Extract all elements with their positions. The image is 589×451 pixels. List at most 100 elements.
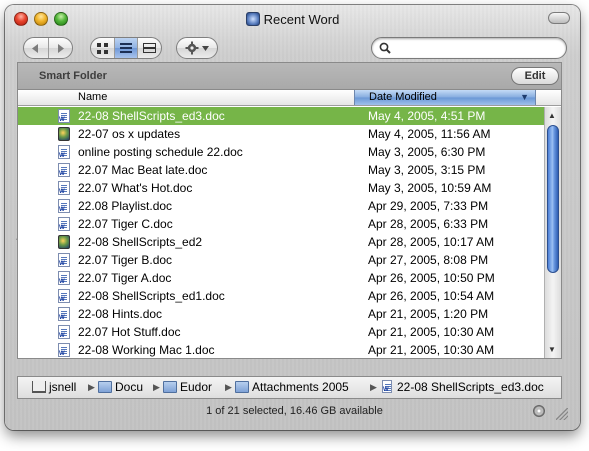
action-menu-button[interactable] (176, 37, 218, 59)
file-row[interactable]: 22-07 os x updates May 4, 2005, 11:56 AM (18, 125, 544, 143)
name-column-header[interactable]: Name (18, 90, 354, 105)
file-row[interactable]: 22.07 Tiger C.doc Apr 28, 2005, 6:33 PM (18, 215, 544, 233)
scroll-down-icon[interactable]: ▼ (548, 345, 556, 354)
smart-folder-label: Smart Folder (39, 70, 107, 82)
folder-icon (163, 381, 177, 393)
scrollbar-thumb[interactable] (547, 125, 559, 273)
word-document-icon (58, 199, 70, 213)
file-row[interactable]: 22.08 Playlist.doc Apr 29, 2005, 7:33 PM (18, 197, 544, 215)
file-row[interactable]: online posting schedule 22.doc May 3, 200… (18, 143, 544, 161)
path-item-attachments[interactable]: Attachments 2005 (235, 377, 349, 398)
file-name: 22-08 ShellScripts_ed2 (78, 235, 203, 249)
word-document-icon (58, 181, 70, 195)
path-item-file[interactable]: 22-08 ShellScripts_ed3.doc (380, 377, 544, 398)
smart-folder-bar: Smart Folder Edit (17, 62, 562, 89)
application-icon (58, 235, 70, 249)
window-title-group: Recent Word (5, 12, 580, 27)
file-date: May 4, 2005, 11:56 AM (368, 127, 491, 141)
toolbar-toggle-button[interactable] (548, 12, 570, 24)
chevron-down-icon (202, 45, 209, 51)
sync-status-icon (533, 405, 545, 417)
window-title: Recent Word (263, 12, 340, 27)
file-list-pane: Name Date Modified ▼ 22-08 ShellScripts_… (17, 89, 562, 359)
column-view-button[interactable] (138, 38, 161, 58)
file-name: 22.07 Hot Stuff.doc (78, 325, 181, 339)
file-name: 22-08 ShellScripts_ed1.doc (78, 289, 225, 303)
word-document-icon (58, 271, 70, 285)
search-icon (379, 42, 391, 54)
file-row[interactable]: 22-08 ShellScripts_ed1.doc Apr 26, 2005, … (18, 287, 544, 305)
word-document-icon (58, 307, 70, 321)
word-document-icon (58, 145, 70, 159)
file-row[interactable]: 22.07 Hot Stuff.doc Apr 21, 2005, 10:30 A… (18, 323, 544, 341)
file-date: Apr 21, 2005, 1:20 PM (368, 307, 489, 321)
file-name: 22.07 What's Hot.doc (78, 181, 193, 195)
icon-view-button[interactable] (91, 38, 115, 58)
gear-icon (185, 41, 199, 55)
path-item-documents[interactable]: Docu (98, 377, 143, 398)
file-date: Apr 28, 2005, 10:17 AM (368, 235, 495, 249)
vertical-scrollbar[interactable]: ▲ ▼ (544, 107, 561, 358)
back-forward-control (23, 37, 73, 59)
file-date: Apr 21, 2005, 10:30 AM (368, 325, 495, 339)
list-view-icon (120, 43, 132, 53)
file-date: May 3, 2005, 10:59 AM (368, 181, 492, 195)
view-mode-control (90, 37, 162, 59)
file-row[interactable]: 22-08 ShellScripts_ed3.doc May 4, 2005, 4… (18, 107, 544, 125)
list-view-button[interactable] (114, 38, 139, 58)
file-row[interactable]: 22.07 Tiger A.doc Apr 26, 2005, 10:50 PM (18, 269, 544, 287)
scroll-up-icon[interactable]: ▲ (548, 111, 556, 120)
path-bar: jsnell ▶ Docu ▶ Eudor ▶ Attachments 2005… (17, 376, 562, 399)
empty-column-header (536, 90, 561, 105)
file-name: 22.07 Tiger A.doc (78, 271, 172, 285)
sort-descending-icon: ▼ (520, 92, 529, 102)
path-item-home[interactable]: jsnell (32, 377, 76, 398)
title-bar[interactable]: Recent Word (5, 5, 580, 33)
column-header-row: Name Date Modified ▼ (18, 90, 561, 106)
path-item-label: jsnell (49, 380, 77, 394)
word-document-icon (58, 163, 70, 177)
path-item-eudora[interactable]: Eudor (163, 377, 212, 398)
word-document-icon (380, 380, 394, 393)
back-arrow-icon (32, 43, 39, 53)
file-row[interactable]: 22.07 Mac Beat late.doc May 3, 2005, 3:15… (18, 161, 544, 179)
date-modified-column-label: Date Modified (369, 91, 437, 103)
path-item-label: Attachments 2005 (252, 380, 349, 394)
file-row[interactable]: 22.07 What's Hot.doc May 3, 2005, 10:59 A… (18, 179, 544, 197)
word-document-icon (58, 109, 70, 123)
file-name: 22-08 Working Mac 1.doc (78, 343, 215, 357)
search-input[interactable] (394, 40, 559, 56)
status-bar: 1 of 21 selected, 16.46 GB available (0, 399, 589, 423)
file-date: May 3, 2005, 6:30 PM (368, 145, 486, 159)
path-item-label: Eudor (180, 380, 213, 394)
file-name: 22-08 Hints.doc (78, 307, 163, 321)
path-separator-icon: ▶ (153, 382, 160, 392)
file-row[interactable]: 22.07 Tiger B.doc Apr 27, 2005, 8:08 PM (18, 251, 544, 269)
smart-folder-icon (245, 12, 260, 26)
path-separator-icon: ▶ (225, 382, 232, 392)
date-modified-column-header[interactable]: Date Modified ▼ (354, 90, 536, 105)
path-item-label: Docu (115, 380, 144, 394)
folder-icon (98, 381, 112, 393)
file-date: Apr 29, 2005, 7:33 PM (368, 199, 489, 213)
forward-button[interactable] (49, 38, 73, 58)
file-row[interactable]: 22-08 ShellScripts_ed2 Apr 28, 2005, 10:1… (18, 233, 544, 251)
action-menu-inner (177, 38, 217, 58)
column-view-icon (143, 43, 157, 53)
file-date: Apr 26, 2005, 10:50 PM (368, 271, 495, 285)
file-name: online posting schedule 22.doc (78, 145, 243, 159)
file-list: 22-08 ShellScripts_ed3.doc May 4, 2005, 4… (18, 107, 544, 358)
file-name: 22.07 Tiger B.doc (78, 253, 173, 267)
folder-icon (235, 381, 249, 393)
file-name: 22.07 Mac Beat late.doc (78, 163, 208, 177)
edit-button[interactable]: Edit (511, 67, 559, 85)
file-date: May 4, 2005, 4:51 PM (368, 109, 486, 123)
file-row[interactable]: 22-08 Working Mac 1.doc Apr 21, 2005, 10:… (18, 341, 544, 358)
file-row[interactable]: 22-08 Hints.doc Apr 21, 2005, 1:20 PM (18, 305, 544, 323)
back-button[interactable] (24, 38, 49, 58)
resize-grip-icon[interactable] (556, 408, 568, 420)
word-document-icon (58, 343, 70, 357)
search-field[interactable] (371, 37, 567, 59)
home-icon (32, 381, 46, 393)
status-text: 1 of 21 selected, 16.46 GB available (206, 405, 383, 417)
